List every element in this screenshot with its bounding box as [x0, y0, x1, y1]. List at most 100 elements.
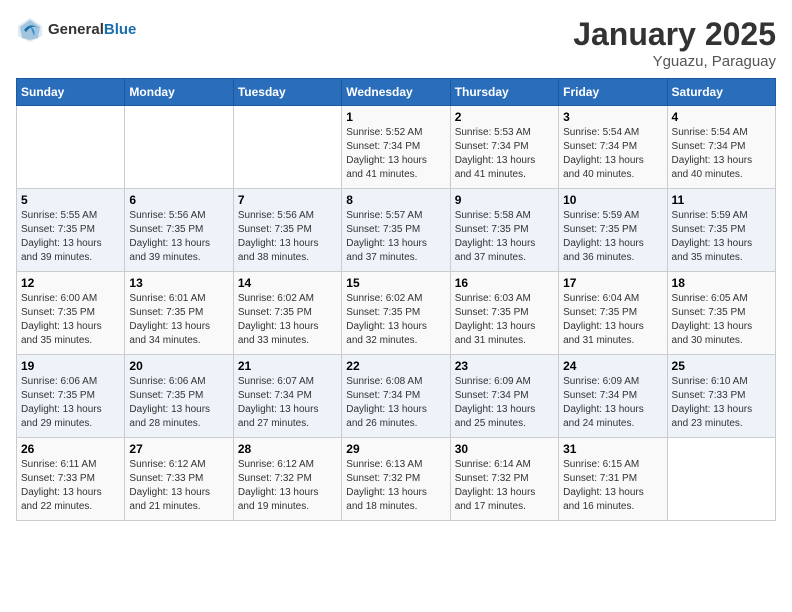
- day-number: 23: [455, 359, 554, 373]
- logo-text: GeneralBlue: [48, 22, 136, 39]
- day-info: Sunrise: 6:12 AM Sunset: 7:33 PM Dayligh…: [129, 458, 228, 514]
- calendar-week-row: 12 Sunrise: 6:00 AM Sunset: 7:35 PM Dayli…: [17, 272, 776, 355]
- day-info: Sunrise: 5:53 AM Sunset: 7:34 PM Dayligh…: [455, 126, 554, 182]
- day-number: 8: [346, 193, 445, 207]
- day-number: 29: [346, 442, 445, 456]
- day-number: 5: [21, 193, 120, 207]
- day-number: 18: [672, 276, 771, 290]
- calendar-cell: 24Sunrise: 6:09 AM Sunset: 7:34 PM Dayli…: [559, 355, 667, 438]
- day-info: Sunrise: 6:05 AM Sunset: 7:35 PM Dayligh…: [672, 292, 771, 348]
- calendar-cell: 16 Sunrise: 6:03 AM Sunset: 7:35 PM Dayli…: [450, 272, 558, 355]
- day-number: 16: [455, 276, 554, 290]
- day-info: Sunrise: 5:54 AM Sunset: 7:34 PM Dayligh…: [672, 126, 771, 182]
- calendar-cell: [17, 106, 125, 189]
- logo-blue: Blue: [104, 21, 137, 38]
- day-number: 9: [455, 193, 554, 207]
- day-number: 12: [21, 276, 120, 290]
- calendar-cell: 17Sunrise: 6:04 AM Sunset: 7:35 PM Dayli…: [559, 272, 667, 355]
- day-number: 21: [238, 359, 337, 373]
- calendar-cell: 1Sunrise: 5:52 AM Sunset: 7:34 PM Daylig…: [342, 106, 450, 189]
- calendar-cell: 7 Sunrise: 5:56 AM Sunset: 7:35 PM Daylig…: [233, 189, 341, 272]
- calendar-cell: 20Sunrise: 6:06 AM Sunset: 7:35 PM Dayli…: [125, 355, 233, 438]
- day-info: Sunrise: 5:55 AM Sunset: 7:35 PM Dayligh…: [21, 209, 120, 265]
- calendar-cell: 14 Sunrise: 6:02 AM Sunset: 7:35 PM Dayli…: [233, 272, 341, 355]
- day-number: 14: [238, 276, 337, 290]
- day-number: 25: [672, 359, 771, 373]
- weekday-header-tuesday: Tuesday: [233, 79, 341, 106]
- calendar-week-row: 19 Sunrise: 6:06 AM Sunset: 7:35 PM Dayli…: [17, 355, 776, 438]
- day-info: Sunrise: 5:56 AM Sunset: 7:35 PM Dayligh…: [129, 209, 228, 265]
- day-number: 30: [455, 442, 554, 456]
- day-info: Sunrise: 6:07 AM Sunset: 7:34 PM Dayligh…: [238, 375, 337, 431]
- day-info: Sunrise: 6:02 AM Sunset: 7:35 PM Dayligh…: [346, 292, 445, 348]
- day-info: Sunrise: 5:57 AM Sunset: 7:35 PM Dayligh…: [346, 209, 445, 265]
- day-number: 15: [346, 276, 445, 290]
- calendar-cell: 18 Sunrise: 6:05 AM Sunset: 7:35 PM Dayli…: [667, 272, 775, 355]
- day-info: Sunrise: 6:06 AM Sunset: 7:35 PM Dayligh…: [21, 375, 120, 431]
- calendar-cell: 19 Sunrise: 6:06 AM Sunset: 7:35 PM Dayli…: [17, 355, 125, 438]
- calendar-week-row: 26 Sunrise: 6:11 AM Sunset: 7:33 PM Dayli…: [17, 438, 776, 521]
- day-info: Sunrise: 5:58 AM Sunset: 7:35 PM Dayligh…: [455, 209, 554, 265]
- day-number: 11: [672, 193, 771, 207]
- weekday-header-saturday: Saturday: [667, 79, 775, 106]
- day-info: Sunrise: 6:04 AM Sunset: 7:35 PM Dayligh…: [563, 292, 662, 348]
- calendar-week-row: 5 Sunrise: 5:55 AM Sunset: 7:35 PM Daylig…: [17, 189, 776, 272]
- calendar-cell: 10Sunrise: 5:59 AM Sunset: 7:35 PM Dayli…: [559, 189, 667, 272]
- day-info: Sunrise: 6:02 AM Sunset: 7:35 PM Dayligh…: [238, 292, 337, 348]
- calendar-cell: [125, 106, 233, 189]
- day-number: 6: [129, 193, 228, 207]
- day-info: Sunrise: 6:06 AM Sunset: 7:35 PM Dayligh…: [129, 375, 228, 431]
- day-number: 27: [129, 442, 228, 456]
- day-number: 31: [563, 442, 662, 456]
- day-number: 19: [21, 359, 120, 373]
- calendar-cell: 23Sunrise: 6:09 AM Sunset: 7:34 PM Dayli…: [450, 355, 558, 438]
- title-block: January 2025 Yguazu, Paraguay: [573, 16, 776, 70]
- day-number: 1: [346, 110, 445, 124]
- calendar-table: SundayMondayTuesdayWednesdayThursdayFrid…: [16, 78, 776, 521]
- day-number: 13: [129, 276, 228, 290]
- weekday-header-sunday: Sunday: [17, 79, 125, 106]
- calendar-week-row: 1Sunrise: 5:52 AM Sunset: 7:34 PM Daylig…: [17, 106, 776, 189]
- calendar-cell: 5 Sunrise: 5:55 AM Sunset: 7:35 PM Daylig…: [17, 189, 125, 272]
- calendar-cell: 3 Sunrise: 5:54 AM Sunset: 7:34 PM Daylig…: [559, 106, 667, 189]
- day-info: Sunrise: 5:54 AM Sunset: 7:34 PM Dayligh…: [563, 126, 662, 182]
- logo-general: General: [48, 21, 104, 38]
- calendar-cell: 27 Sunrise: 6:12 AM Sunset: 7:33 PM Dayli…: [125, 438, 233, 521]
- calendar-cell: 30 Sunrise: 6:14 AM Sunset: 7:32 PM Dayli…: [450, 438, 558, 521]
- weekday-header-wednesday: Wednesday: [342, 79, 450, 106]
- day-info: Sunrise: 6:11 AM Sunset: 7:33 PM Dayligh…: [21, 458, 120, 514]
- day-info: Sunrise: 6:00 AM Sunset: 7:35 PM Dayligh…: [21, 292, 120, 348]
- page-header: GeneralBlue January 2025 Yguazu, Paragua…: [16, 16, 776, 70]
- calendar-cell: 12 Sunrise: 6:00 AM Sunset: 7:35 PM Dayli…: [17, 272, 125, 355]
- logo: GeneralBlue: [16, 16, 136, 44]
- weekday-header-thursday: Thursday: [450, 79, 558, 106]
- calendar-cell: 25 Sunrise: 6:10 AM Sunset: 7:33 PM Dayli…: [667, 355, 775, 438]
- calendar-cell: 15 Sunrise: 6:02 AM Sunset: 7:35 PM Dayli…: [342, 272, 450, 355]
- location-subtitle: Yguazu, Paraguay: [573, 53, 776, 70]
- calendar-cell: 13Sunrise: 6:01 AM Sunset: 7:35 PM Dayli…: [125, 272, 233, 355]
- day-info: Sunrise: 6:14 AM Sunset: 7:32 PM Dayligh…: [455, 458, 554, 514]
- logo-icon: [16, 16, 44, 44]
- calendar-cell: 9 Sunrise: 5:58 AM Sunset: 7:35 PM Daylig…: [450, 189, 558, 272]
- day-info: Sunrise: 6:10 AM Sunset: 7:33 PM Dayligh…: [672, 375, 771, 431]
- calendar-cell: 26 Sunrise: 6:11 AM Sunset: 7:33 PM Dayli…: [17, 438, 125, 521]
- day-info: Sunrise: 6:12 AM Sunset: 7:32 PM Dayligh…: [238, 458, 337, 514]
- day-number: 7: [238, 193, 337, 207]
- day-info: Sunrise: 6:09 AM Sunset: 7:34 PM Dayligh…: [563, 375, 662, 431]
- day-info: Sunrise: 5:56 AM Sunset: 7:35 PM Dayligh…: [238, 209, 337, 265]
- day-info: Sunrise: 6:08 AM Sunset: 7:34 PM Dayligh…: [346, 375, 445, 431]
- day-number: 3: [563, 110, 662, 124]
- calendar-cell: 22Sunrise: 6:08 AM Sunset: 7:34 PM Dayli…: [342, 355, 450, 438]
- calendar-cell: 31 Sunrise: 6:15 AM Sunset: 7:31 PM Dayli…: [559, 438, 667, 521]
- day-number: 4: [672, 110, 771, 124]
- calendar-cell: [667, 438, 775, 521]
- day-info: Sunrise: 5:59 AM Sunset: 7:35 PM Dayligh…: [672, 209, 771, 265]
- day-info: Sunrise: 6:03 AM Sunset: 7:35 PM Dayligh…: [455, 292, 554, 348]
- weekday-header-row: SundayMondayTuesdayWednesdayThursdayFrid…: [17, 79, 776, 106]
- calendar-cell: 8 Sunrise: 5:57 AM Sunset: 7:35 PM Daylig…: [342, 189, 450, 272]
- calendar-cell: 21 Sunrise: 6:07 AM Sunset: 7:34 PM Dayli…: [233, 355, 341, 438]
- day-info: Sunrise: 5:59 AM Sunset: 7:35 PM Dayligh…: [563, 209, 662, 265]
- calendar-cell: 2Sunrise: 5:53 AM Sunset: 7:34 PM Daylig…: [450, 106, 558, 189]
- day-number: 26: [21, 442, 120, 456]
- day-info: Sunrise: 6:15 AM Sunset: 7:31 PM Dayligh…: [563, 458, 662, 514]
